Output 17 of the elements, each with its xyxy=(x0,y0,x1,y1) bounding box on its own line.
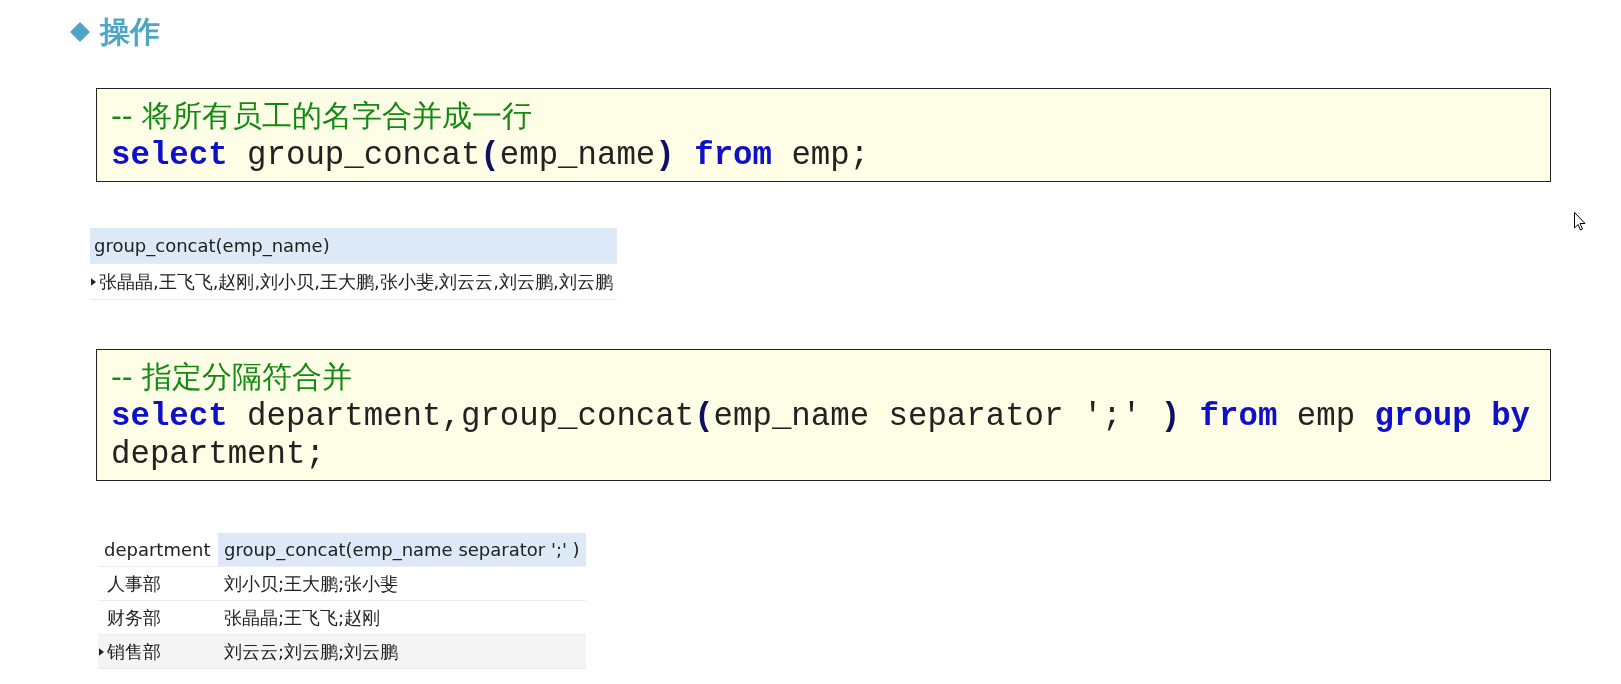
diamond-icon xyxy=(70,22,90,42)
pointer-icon xyxy=(1574,212,1586,231)
table-cell: 刘小贝;王大鹏;张小斐 xyxy=(218,566,586,601)
table-cell: 人事部 xyxy=(98,566,218,601)
current-row-icon xyxy=(99,647,104,656)
table-cell: 销售部 xyxy=(98,634,218,669)
column-header: department xyxy=(98,533,218,567)
column-header: group_concat(emp_name separator ';' ) xyxy=(218,533,586,567)
code-block: -- 指定分隔符合并 select department,group_concat(emp_name separator ';' ) from emp group by department; xyxy=(96,349,1551,481)
table-cell: 张晶晶,王飞飞,赵刚,刘小贝,王大鹏,张小斐,刘云云,刘云鹏,刘云鹏 xyxy=(90,263,617,300)
table-cell: 财务部 xyxy=(98,600,218,635)
code-block: -- 将所有员工的名字合并成一行 select group_concat(emp_name) from emp; xyxy=(96,88,1551,182)
column-header: group_concat(emp_name) xyxy=(90,228,617,264)
current-row-icon xyxy=(91,277,96,286)
table-cell: 张晶晶;王飞飞;赵刚 xyxy=(218,600,586,635)
table-cell: 刘云云;刘云鹏;刘云鹏 xyxy=(218,634,586,669)
slide-heading: 操作 xyxy=(100,14,160,50)
